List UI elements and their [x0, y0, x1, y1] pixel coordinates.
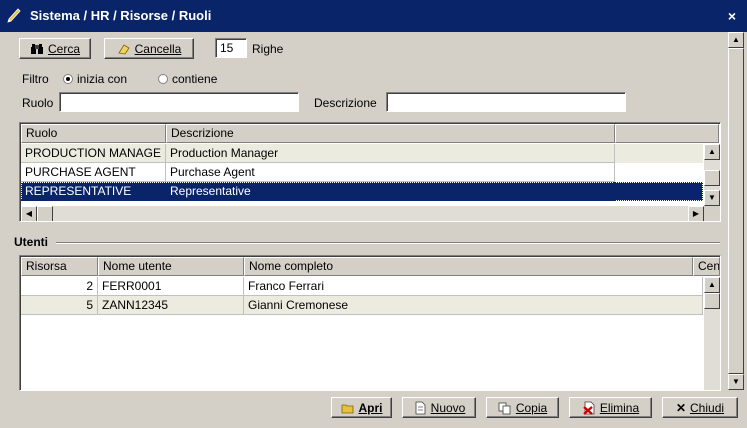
search-button-label: Cerca [47, 41, 80, 56]
roles-hscroll-thumb[interactable] [37, 206, 53, 221]
new-button-label: Nuovo [430, 400, 466, 415]
clear-button[interactable]: Cancella [104, 38, 194, 59]
rows-label: Righe [252, 42, 284, 56]
copy-button[interactable]: Copia [486, 397, 559, 418]
roles-grid: Ruolo Descrizione PRODUCTION MANAGE Prod… [19, 122, 721, 222]
search-button[interactable]: Cerca [19, 38, 91, 59]
scroll-left-icon[interactable]: ◀ [21, 206, 37, 221]
window-vscroll-thumb[interactable] [728, 48, 744, 374]
copy-icon [498, 402, 511, 414]
table-row-selected[interactable]: REPRESENTATIVE Representative [21, 182, 703, 201]
ruolo-input[interactable] [59, 92, 299, 112]
rows-count-input[interactable] [215, 38, 247, 58]
delete-button-label: Elimina [599, 400, 640, 415]
scroll-corner [704, 206, 720, 221]
section-divider [56, 242, 720, 244]
roles-col-ruolo[interactable]: Ruolo [21, 124, 166, 143]
new-document-icon [415, 401, 426, 414]
open-button-label: Apri [358, 400, 383, 415]
roles-col-descrizione[interactable]: Descrizione [166, 124, 615, 143]
ruolo-label: Ruolo [22, 96, 54, 110]
close-button-label: Chiudi [690, 400, 725, 415]
users-col-risorsa[interactable]: Risorsa [21, 257, 98, 276]
role-code: REPRESENTATIVE [21, 182, 166, 201]
eraser-icon [117, 43, 130, 54]
descrizione-label: Descrizione [314, 96, 377, 110]
roles-vscroll-thumb[interactable] [704, 170, 720, 186]
user-fullname: Gianni Cremonese [244, 296, 703, 315]
scroll-down-icon[interactable]: ▼ [704, 190, 720, 206]
open-folder-icon [341, 404, 353, 413]
new-button[interactable]: Nuovo [402, 397, 476, 418]
table-row-partial [21, 201, 703, 205]
scroll-down-icon[interactable]: ▼ [728, 374, 744, 390]
role-code: PRODUCTION MANAGE [21, 144, 166, 163]
open-button[interactable]: Apri [331, 397, 392, 418]
user-username: ZANN12345 [98, 296, 244, 315]
title-bar: Sistema / HR / Risorse / Ruoli × [0, 0, 747, 32]
users-vscroll-thumb[interactable] [704, 293, 720, 309]
role-description: Representative [166, 182, 615, 201]
descrizione-input[interactable] [386, 92, 626, 112]
role-description: Production Manager [166, 144, 615, 163]
radio-starts-with-label: inizia con [77, 72, 128, 86]
scroll-up-icon[interactable]: ▲ [704, 144, 720, 160]
users-section-title: Utenti [14, 235, 48, 249]
copy-button-label: Copia [515, 400, 548, 415]
clear-button-label: Cancella [134, 41, 182, 56]
close-x-icon: ✕ [675, 400, 687, 415]
radio-contains[interactable] [158, 74, 168, 84]
pen-icon [7, 8, 21, 23]
table-row[interactable]: PURCHASE AGENT Purchase Agent [21, 163, 703, 182]
scroll-up-icon[interactable]: ▲ [704, 277, 720, 293]
user-resource-id: 5 [21, 296, 98, 315]
radio-contains-label: contiene [172, 72, 218, 86]
window-title: Sistema / HR / Risorse / Ruoli [30, 8, 212, 23]
delete-icon [583, 401, 595, 415]
user-username: FERR0001 [98, 277, 244, 296]
users-col-nome-completo[interactable]: Nome completo [244, 257, 693, 276]
delete-button[interactable]: Elimina [569, 397, 652, 418]
user-resource-id: 2 [21, 277, 98, 296]
close-icon[interactable]: × [724, 8, 740, 24]
roles-hscroll[interactable] [21, 206, 704, 221]
roles-col-filler [615, 124, 719, 143]
table-row[interactable]: PRODUCTION MANAGE Production Manager [21, 144, 703, 163]
scroll-right-icon[interactable]: ▶ [688, 206, 704, 221]
table-row[interactable]: 2 FERR0001 Franco Ferrari [21, 277, 703, 296]
close-button[interactable]: ✕ Chiudi [662, 397, 738, 418]
table-row[interactable]: 5 ZANN12345 Gianni Cremonese [21, 296, 703, 315]
role-code: PURCHASE AGENT [21, 163, 166, 182]
users-col-nome-utente[interactable]: Nome utente [98, 257, 244, 276]
role-description: Purchase Agent [166, 163, 615, 182]
binoculars-icon [30, 43, 43, 54]
users-grid: Risorsa Nome utente Nome completo Cen 2 … [19, 255, 721, 391]
users-col-centro[interactable]: Cen [693, 257, 720, 276]
scroll-up-icon[interactable]: ▲ [728, 32, 744, 48]
filter-label: Filtro [22, 72, 49, 86]
radio-starts-with[interactable] [63, 74, 73, 84]
user-fullname: Franco Ferrari [244, 277, 703, 296]
